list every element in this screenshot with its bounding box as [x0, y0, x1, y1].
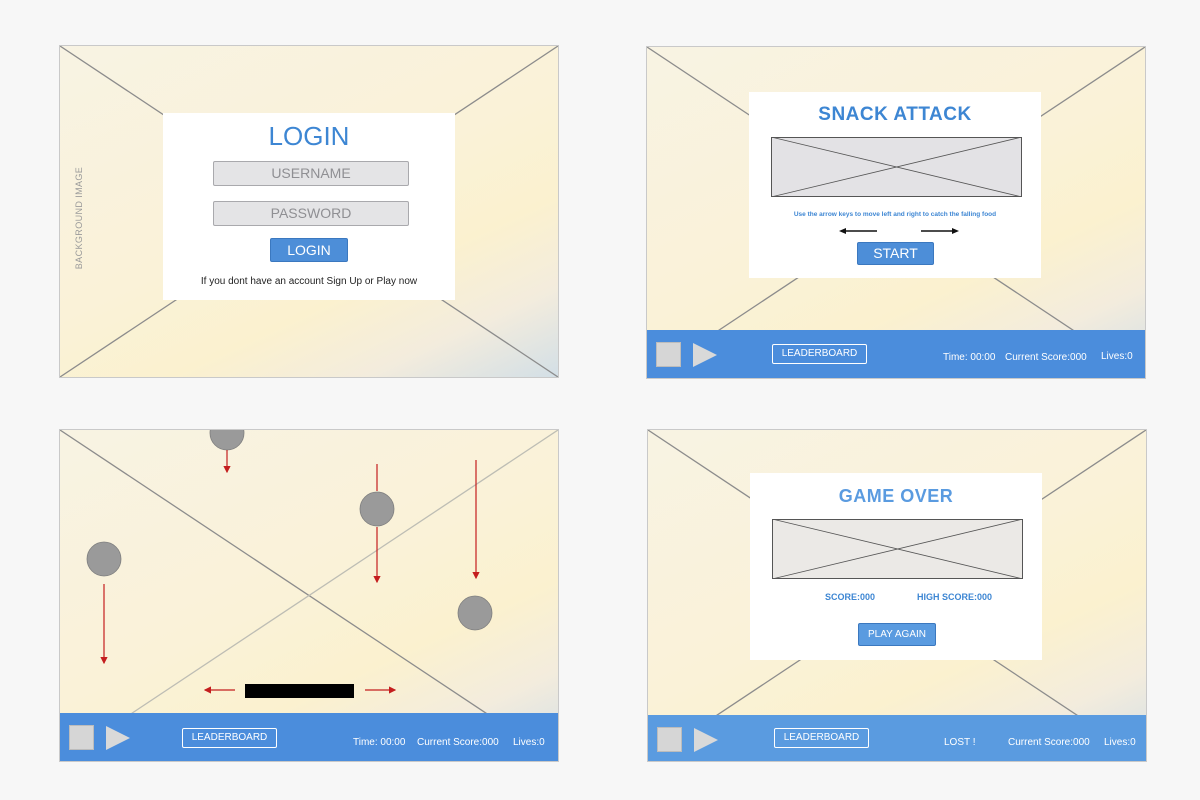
start-card: SNACK ATTACK Use the arrow keys to move …	[749, 92, 1041, 278]
play-icon[interactable]	[105, 725, 131, 751]
lives-readout: Lives:0	[513, 737, 545, 748]
falling-food-item	[209, 430, 245, 451]
game-over-panel: GAME OVER SCORE:000 HIGH SCORE:000 PLAY …	[647, 429, 1147, 762]
game-over-title: GAME OVER	[838, 486, 954, 506]
game-hud: LEADERBOARD LOST ! Current Score:000 Liv…	[648, 715, 1146, 761]
left-arrow-icon	[839, 228, 877, 234]
stop-icon[interactable]	[69, 725, 94, 750]
game-hud: LEADERBOARD Time: 00:00 Current Score:00…	[647, 330, 1145, 378]
gameplay-panel: LEADERBOARD Time: 00:00 Current Score:00…	[59, 429, 559, 762]
current-score-readout: Current Score:000	[1005, 352, 1087, 363]
lives-readout: Lives:0	[1104, 737, 1136, 748]
background-image-label: BACKGROUND IMAGE	[74, 166, 84, 270]
player-paddle	[245, 684, 354, 698]
leaderboard-button[interactable]: LEADERBOARD	[774, 728, 869, 748]
login-panel: BACKGROUND IMAGE LOGIN USERNAME PASSWORD…	[59, 45, 559, 378]
password-field[interactable]: PASSWORD	[213, 201, 409, 226]
stop-icon[interactable]	[656, 342, 681, 367]
score-readout: SCORE:000	[825, 592, 876, 602]
leaderboard-button[interactable]: LEADERBOARD	[772, 344, 867, 364]
falling-food-layer	[86, 430, 493, 698]
current-score-readout: Current Score:000	[1008, 737, 1090, 748]
start-button[interactable]: START	[857, 242, 934, 265]
game-hud: LEADERBOARD Time: 00:00 Current Score:00…	[60, 713, 558, 761]
username-field[interactable]: USERNAME	[213, 161, 409, 186]
image-placeholder	[772, 519, 1023, 579]
stop-icon[interactable]	[657, 727, 682, 752]
game-title: SNACK ATTACK	[818, 104, 972, 125]
time-readout: Time: 00:00	[353, 737, 406, 748]
right-arrow-icon	[921, 228, 959, 234]
login-button[interactable]: LOGIN	[270, 238, 348, 262]
falling-food-item	[457, 595, 493, 631]
leaderboard-button[interactable]: LEADERBOARD	[182, 728, 277, 748]
lives-readout: Lives:0	[1101, 351, 1133, 362]
play-icon[interactable]	[692, 342, 718, 368]
falling-food-item	[359, 491, 395, 527]
time-readout: Time: 00:00	[943, 352, 996, 363]
play-again-button[interactable]: PLAY AGAIN	[858, 623, 936, 646]
login-title: LOGIN	[268, 121, 350, 151]
current-score-readout: Current Score:000	[417, 737, 499, 748]
lost-status: LOST !	[944, 737, 976, 748]
play-icon[interactable]	[693, 727, 719, 753]
high-score-readout: HIGH SCORE:000	[917, 592, 993, 602]
image-placeholder	[771, 137, 1022, 197]
game-over-card: GAME OVER SCORE:000 HIGH SCORE:000 PLAY …	[750, 473, 1042, 660]
signup-hint[interactable]: If you dont have an account Sign Up or P…	[163, 276, 455, 287]
instructions-text: Use the arrow keys to move left and righ…	[793, 211, 997, 218]
start-panel: SNACK ATTACK Use the arrow keys to move …	[646, 46, 1146, 379]
falling-food-item	[86, 541, 122, 577]
login-card: LOGIN USERNAME PASSWORD LOGIN If you don…	[163, 113, 455, 300]
